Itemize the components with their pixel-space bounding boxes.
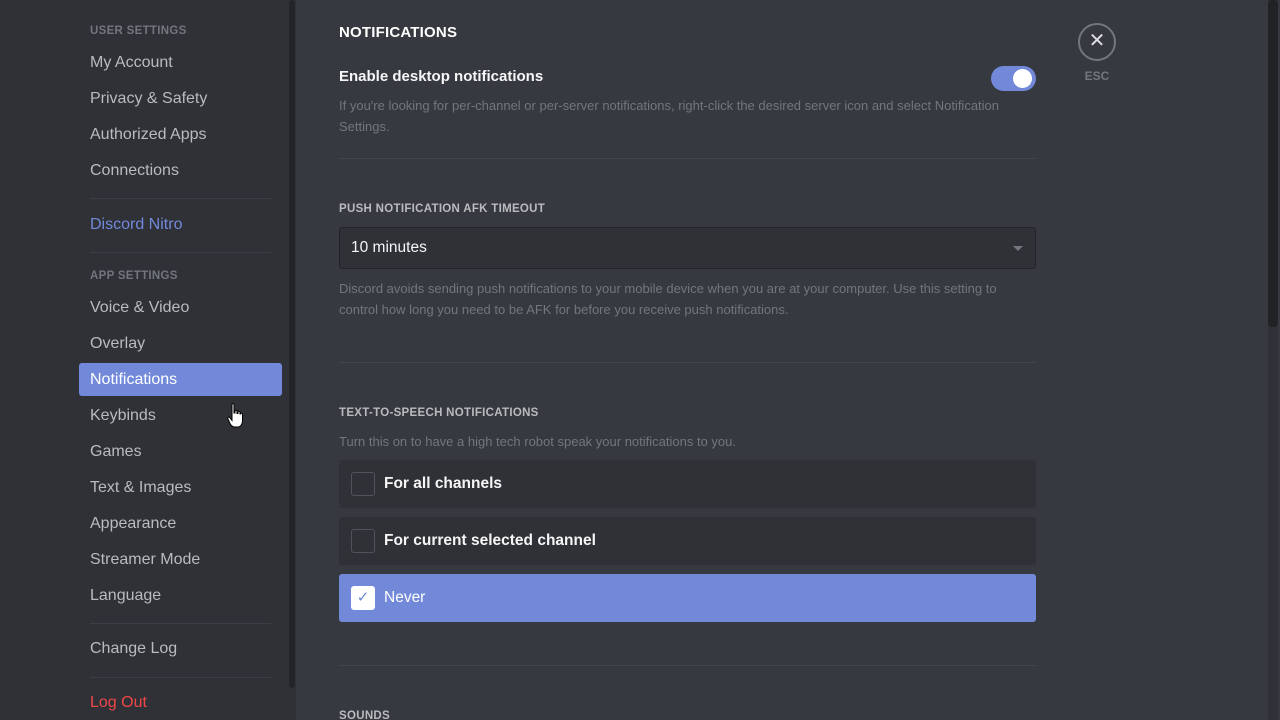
- sidebar-item-appearance[interactable]: Appearance: [79, 507, 282, 540]
- main-scrollbar-thumb[interactable]: [1268, 0, 1278, 327]
- sidebar-scrollbar[interactable]: [289, 0, 295, 688]
- sidebar-divider: [90, 198, 271, 199]
- settings-sidebar: USER SETTINGS My Account Privacy & Safet…: [0, 0, 296, 720]
- section-divider: [339, 158, 1036, 159]
- sidebar-item-authorized-apps[interactable]: Authorized Apps: [79, 118, 282, 151]
- desktop-notifications-description: If you're looking for per-channel or per…: [339, 98, 1000, 134]
- esc-label: ESC: [1084, 69, 1110, 83]
- toggle-knob: [1013, 69, 1032, 88]
- check-icon: ✓: [356, 589, 370, 606]
- sidebar-item-notifications[interactable]: Notifications: [79, 363, 282, 396]
- tts-option-label: For all channels: [384, 475, 503, 492]
- tts-option-never[interactable]: ✓ Never: [339, 574, 1036, 622]
- afk-timeout-value: 10 minutes: [351, 239, 427, 256]
- caret-down-icon: [1013, 246, 1023, 251]
- sidebar-item-language[interactable]: Language: [79, 579, 282, 612]
- notifications-panel: NOTIFICATIONS Enable desktop notificatio…: [339, 0, 1036, 720]
- sidebar-item-overlay[interactable]: Overlay: [79, 327, 282, 360]
- sidebar-item-keybinds[interactable]: Keybinds: [79, 399, 282, 432]
- afk-timeout-label: PUSH NOTIFICATION AFK TIMEOUT: [339, 203, 546, 215]
- sidebar-item-change-log[interactable]: Change Log: [79, 632, 282, 665]
- hand-cursor-icon: [227, 403, 243, 428]
- section-divider: [339, 665, 1036, 666]
- checkbox-checked[interactable]: ✓: [351, 586, 375, 610]
- sidebar-item-log-out[interactable]: Log Out: [79, 686, 282, 719]
- tts-description: Turn this on to have a high tech robot s…: [339, 434, 736, 449]
- tts-label: TEXT-TO-SPEECH NOTIFICATIONS: [339, 407, 539, 419]
- desktop-notifications-toggle[interactable]: [991, 66, 1036, 91]
- close-button[interactable]: ✕: [1078, 23, 1116, 61]
- sidebar-divider: [90, 252, 271, 253]
- checkbox[interactable]: [351, 472, 375, 496]
- tts-option-label: For current selected channel: [384, 532, 596, 549]
- section-divider: [339, 362, 1036, 363]
- sidebar-item-streamer-mode[interactable]: Streamer Mode: [79, 543, 282, 576]
- close-icon: ✕: [1088, 30, 1106, 52]
- sounds-label: SOUNDS: [339, 710, 391, 720]
- sidebar-item-games[interactable]: Games: [79, 435, 282, 468]
- sidebar-divider: [90, 677, 271, 678]
- sidebar-item-connections[interactable]: Connections: [79, 154, 282, 187]
- desktop-notifications-label: Enable desktop notifications: [339, 68, 544, 85]
- checkbox[interactable]: [351, 529, 375, 553]
- afk-timeout-description: Discord avoids sending push notification…: [339, 281, 997, 317]
- sidebar-item-my-account[interactable]: My Account: [79, 46, 282, 79]
- app-settings-header: APP SETTINGS: [90, 270, 178, 282]
- sidebar-item-discord-nitro[interactable]: Discord Nitro: [79, 208, 282, 241]
- afk-timeout-select[interactable]: 10 minutes: [339, 227, 1036, 269]
- sidebar-item-voice-video[interactable]: Voice & Video: [79, 291, 282, 324]
- user-settings-header: USER SETTINGS: [90, 25, 187, 37]
- sidebar-divider: [90, 623, 271, 624]
- tts-option-current-channel[interactable]: For current selected channel: [339, 517, 1036, 565]
- sidebar-item-privacy-safety[interactable]: Privacy & Safety: [79, 82, 282, 115]
- tts-option-label: Never: [384, 589, 426, 606]
- sidebar-item-text-images[interactable]: Text & Images: [79, 471, 282, 504]
- page-title: NOTIFICATIONS: [339, 24, 458, 41]
- tts-option-all-channels[interactable]: For all channels: [339, 460, 1036, 508]
